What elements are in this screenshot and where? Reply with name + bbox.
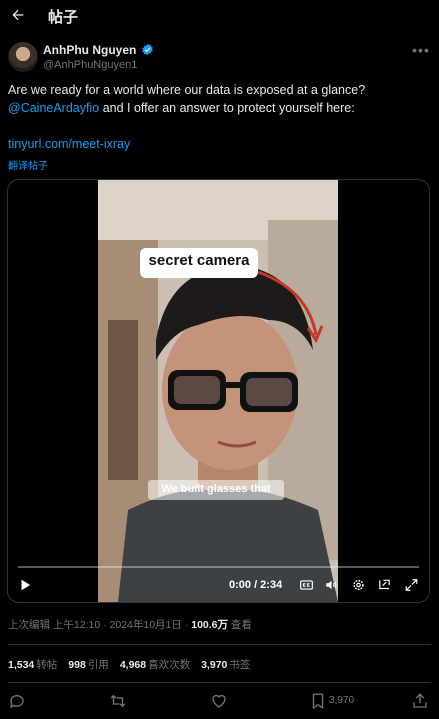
quotes-count: 998	[68, 659, 86, 671]
action-bar: 3,970	[0, 692, 439, 712]
tweet-text-part: and I offer an answer to protect yoursel…	[99, 101, 355, 115]
picture-in-picture-icon[interactable]	[377, 578, 392, 592]
video-progress-bar[interactable]	[18, 566, 419, 568]
reposts-label: 转帖	[36, 659, 58, 671]
bookmark-count: 3,970	[329, 695, 355, 706]
tweet-text: Are we ready for a world where our data …	[8, 81, 431, 117]
bookmarks-stat[interactable]: 3,970 书签	[201, 657, 250, 672]
quotes-label: 引用	[87, 659, 109, 671]
tweet-meta: 上次编辑 上午12:10 · 2024年10月1日 · 100.6万 查看	[8, 617, 252, 632]
captions-icon[interactable]	[299, 578, 314, 592]
settings-gear-icon[interactable]	[351, 578, 366, 592]
edit-timestamp[interactable]: 上次编辑 上午12:10 · 2024年10月1日 ·	[8, 619, 191, 631]
quotes-stat[interactable]: 998 引用	[68, 657, 109, 672]
tweet-text-part: Are we ready for a world where our data …	[8, 83, 366, 97]
divider	[8, 644, 431, 645]
tweet-stats: 1,534 转帖 998 引用 4,968 喜欢次数 3,970 书签	[8, 657, 250, 672]
likes-label: 喜欢次数	[148, 659, 191, 671]
video-overlay-label: secret camera	[148, 252, 250, 269]
view-label: 查看	[228, 619, 252, 631]
divider	[8, 682, 431, 683]
author-handle[interactable]: @AnhPhuNguyen1	[43, 59, 137, 71]
volume-icon[interactable]	[324, 578, 339, 592]
reply-icon[interactable]	[8, 692, 26, 710]
translate-button[interactable]: 翻译帖子	[8, 157, 48, 172]
fullscreen-icon[interactable]	[404, 578, 419, 592]
like-heart-icon[interactable]	[210, 692, 228, 710]
video-player[interactable]: secret camera We built glasses that 0:00…	[7, 179, 430, 603]
top-bar: 帖子	[0, 0, 439, 30]
play-icon[interactable]	[18, 578, 32, 592]
bookmark-icon[interactable]	[309, 692, 327, 710]
likes-stat[interactable]: 4,968 喜欢次数	[120, 657, 190, 672]
bookmarks-count: 3,970	[201, 659, 228, 671]
view-count: 100.6万	[191, 619, 229, 631]
author-name[interactable]: AnhPhu Nguyen	[43, 43, 136, 57]
share-icon[interactable]	[411, 692, 429, 710]
external-link[interactable]: tinyurl.com/meet-ixray	[8, 137, 130, 151]
reposts-count: 1,534	[8, 659, 35, 671]
more-options-icon[interactable]: •••	[411, 42, 431, 58]
video-frame[interactable]: secret camera We built glasses that	[98, 180, 338, 602]
mention-link[interactable]: @CaineArdayfio	[8, 101, 99, 115]
back-arrow-icon[interactable]	[8, 5, 28, 25]
page-title: 帖子	[48, 9, 79, 26]
likes-count: 4,968	[119, 659, 147, 671]
bookmarks-label: 书签	[229, 659, 251, 671]
avatar[interactable]	[8, 42, 38, 72]
video-still-image	[98, 180, 338, 602]
verified-badge-icon	[142, 43, 153, 56]
repost-icon[interactable]	[109, 692, 127, 710]
author-row: AnhPhu Nguyen @AnhPhuNguyen1 •••	[8, 42, 431, 74]
video-time: 0:00 / 2:34	[229, 579, 283, 591]
video-caption: We built glasses that	[161, 483, 271, 495]
reposts-stat[interactable]: 1,534 转帖	[8, 657, 57, 672]
